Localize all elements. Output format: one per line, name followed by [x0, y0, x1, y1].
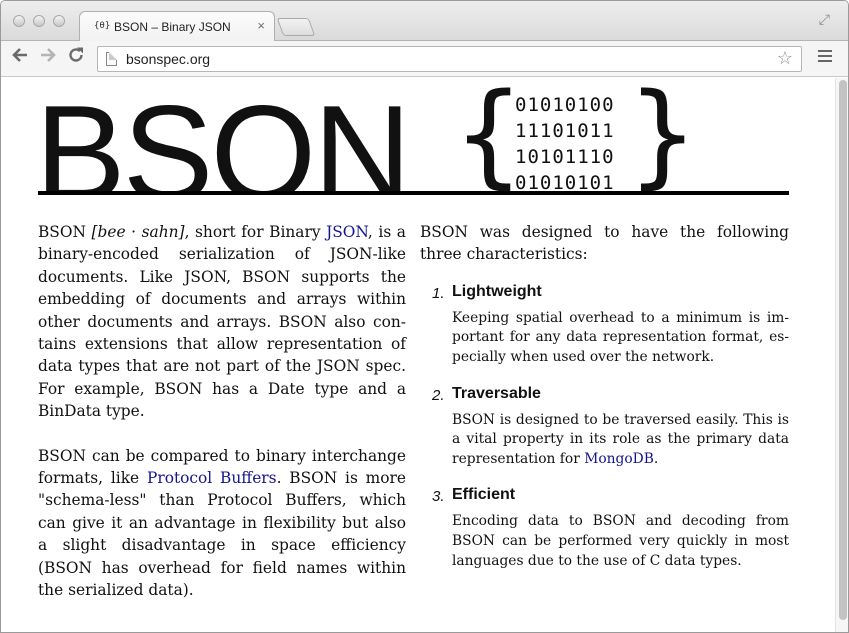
feature-item-traversable: 2. Traversable BSON is designed to be tr…	[420, 384, 789, 470]
open-brace: {	[453, 78, 525, 200]
intro-paragraph: BSON [bee · sahn], short for Binary JSON…	[38, 223, 406, 421]
protocol-buffers-link[interactable]: Protocol Buffers	[147, 469, 277, 487]
page-content: BSON { 01010100 11101011 10101110 010101…	[1, 78, 848, 632]
pronunciation: [bee · sahn]	[91, 223, 185, 241]
tab-strip: {θ} BSON – Binary JSON × ⤢	[1, 1, 848, 42]
close-window-button[interactable]	[13, 15, 25, 27]
back-icon[interactable]	[11, 46, 29, 71]
left-column: BSON [bee · sahn], short for Binary JSON…	[38, 221, 406, 624]
feature-description: Encoding data to BSON and decoding from …	[452, 513, 789, 569]
close-tab-icon[interactable]: ×	[257, 18, 265, 33]
feature-number: 1.	[432, 284, 445, 302]
feature-description: BSON is designed to be traversed easily.…	[452, 411, 789, 467]
bits-line: 11101011	[515, 120, 615, 142]
bits-line: 10101110	[515, 146, 615, 168]
right-column: BSON was designed to have the following …	[420, 221, 789, 571]
bits-line: 01010100	[515, 94, 615, 116]
feature-description: Keeping spatial overhead to a minimum is…	[452, 309, 789, 365]
feature-title: Traversable	[452, 384, 541, 402]
tab-bson[interactable]: {θ} BSON – Binary JSON ×	[79, 11, 275, 42]
feature-title: Lightweight	[452, 282, 542, 300]
favicon-icon: {θ}	[94, 21, 111, 31]
feature-title: Efficient	[452, 486, 516, 504]
vertical-scrollbar[interactable]	[835, 78, 848, 632]
minimize-window-button[interactable]	[33, 15, 45, 27]
feature-number: 2.	[432, 386, 445, 404]
page-icon	[106, 52, 117, 66]
json-link[interactable]: JSON	[326, 223, 368, 241]
mongodb-link[interactable]: MongoDB	[584, 451, 654, 467]
header-divider	[38, 191, 789, 195]
scrollbar-thumb[interactable]	[839, 80, 847, 620]
feature-number: 3.	[432, 488, 445, 506]
page-header: BSON { 01010100 11101011 10101110 010101…	[35, 78, 788, 196]
fullscreen-icon[interactable]: ⤢	[819, 11, 830, 28]
forward-icon[interactable]	[39, 46, 57, 71]
characteristics-intro: BSON was designed to have the following …	[420, 223, 789, 264]
feature-item-efficient: 3. Efficient Encoding data to BSON and d…	[420, 485, 789, 571]
browser-window: {θ} BSON – Binary JSON × ⤢ bsonspec.org …	[0, 0, 849, 633]
menu-icon[interactable]	[818, 50, 832, 65]
bookmark-star-icon[interactable]: ☆	[777, 48, 793, 69]
comparison-paragraph: BSON can be compared to binary interchan…	[38, 446, 406, 600]
tab-title: BSON – Binary JSON	[114, 20, 231, 34]
zoom-window-button[interactable]	[53, 15, 65, 27]
toolbar: bsonspec.org ☆	[1, 41, 848, 77]
feature-item-lightweight: 1. Lightweight Keeping spatial overhead …	[420, 282, 789, 368]
binary-digits: 01010100 11101011 10101110 01010101	[515, 92, 615, 196]
url-text: bsonspec.org	[126, 51, 211, 67]
reload-icon[interactable]	[67, 46, 85, 71]
address-bar[interactable]: bsonspec.org ☆	[97, 46, 802, 72]
page-title: BSON	[35, 85, 409, 194]
close-brace: }	[627, 78, 699, 200]
new-tab-button[interactable]	[276, 18, 316, 36]
